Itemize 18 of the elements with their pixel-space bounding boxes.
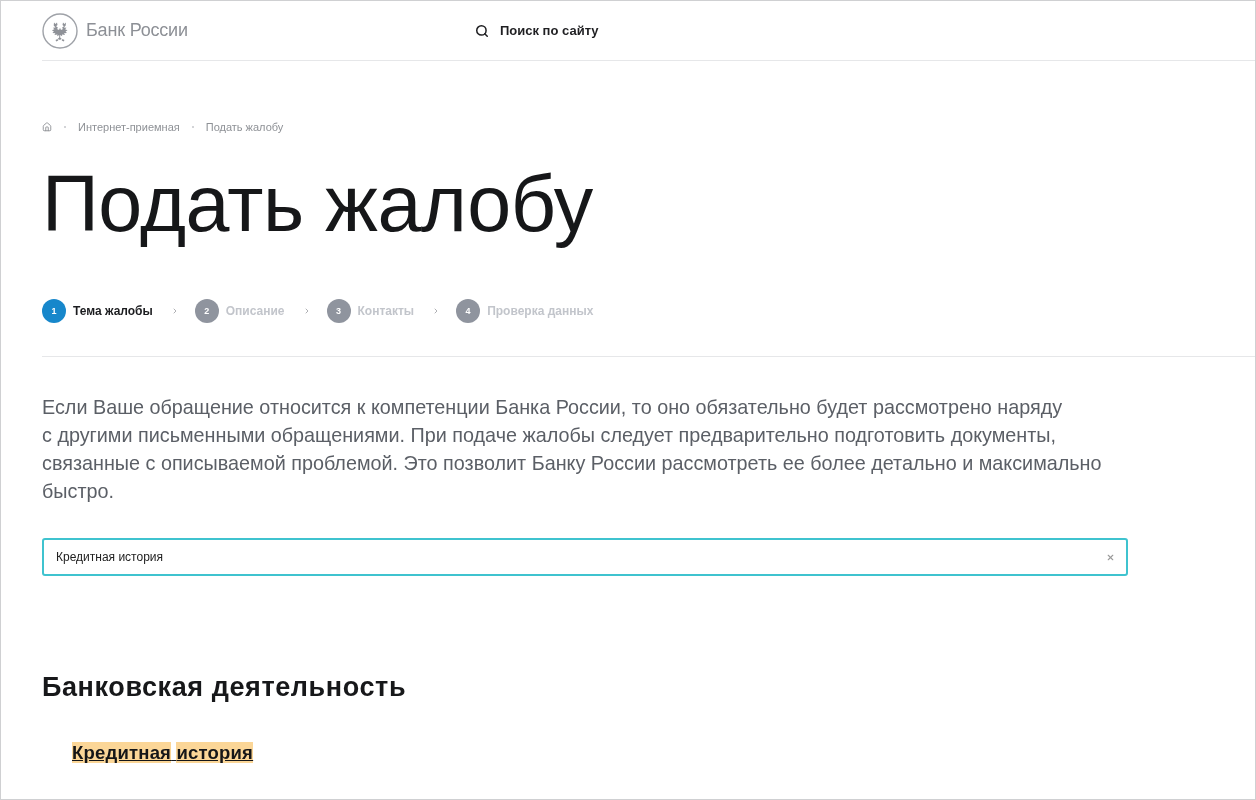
page-title: Подать жалобу bbox=[42, 159, 593, 249]
search-field[interactable]: Кредитная история bbox=[42, 538, 1128, 576]
step-label: Тема жалобы bbox=[73, 304, 153, 318]
intro-text: Если Ваше обращение относится к компетенции Банка России, то оно обязательно будет рассмотрено наряду с другими письменными обращениями. При подаче жалобы следует предварительно подготовить документы, связанные с описываемой проблемой. Это позволит Банку России рассмотреть ее более детально и максимально быстро. bbox=[42, 395, 1103, 504]
site-search-link[interactable]: Поиск по сайту bbox=[475, 23, 599, 38]
clear-button[interactable] bbox=[1105, 552, 1115, 562]
step-number: 2 bbox=[194, 299, 219, 323]
step-label: Проверка данных bbox=[487, 304, 594, 318]
logo-icon bbox=[42, 12, 78, 49]
step-number: 1 bbox=[42, 299, 66, 323]
step-label: Контакты bbox=[357, 304, 415, 318]
step-number: 4 bbox=[456, 299, 481, 323]
home-icon[interactable] bbox=[42, 122, 52, 132]
logo-text: Банк России bbox=[86, 20, 188, 41]
search-icon bbox=[475, 23, 489, 38]
step-number: 3 bbox=[326, 299, 351, 323]
step-label: Описание bbox=[225, 304, 285, 318]
section-heading: Банковская деятельность bbox=[42, 672, 407, 702]
